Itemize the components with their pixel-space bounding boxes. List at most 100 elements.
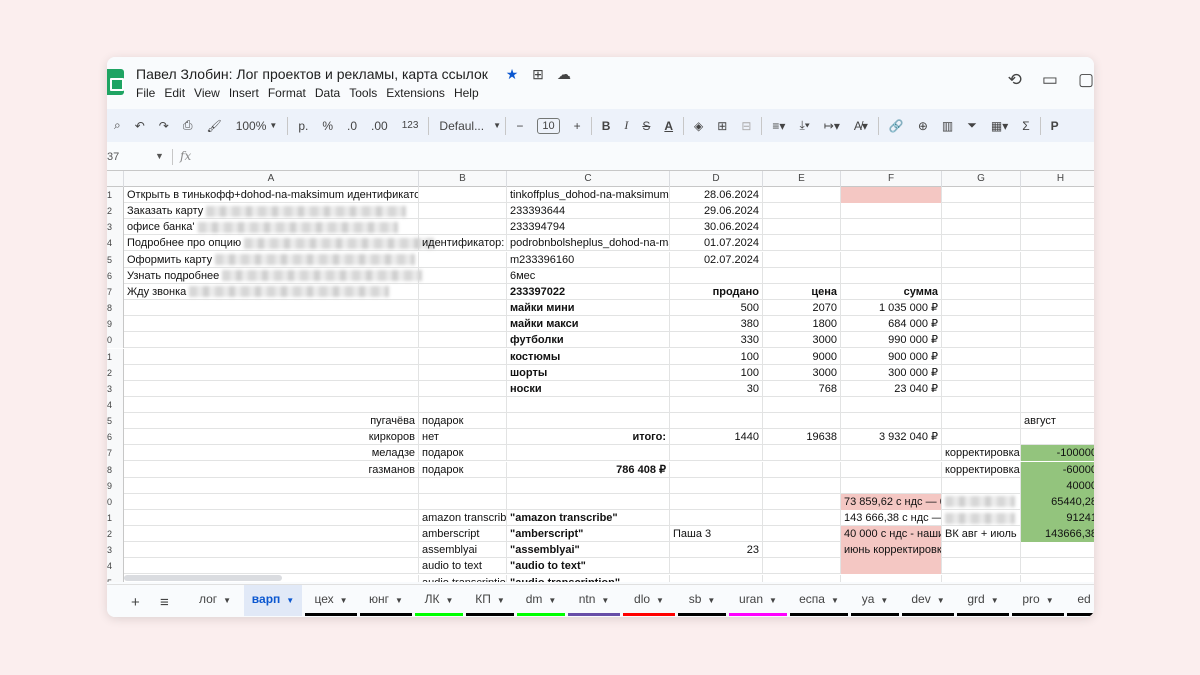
cell-f[interactable]: 143 666,38 с ндс — (: [841, 510, 942, 526]
cell-h[interactable]: [1021, 381, 1094, 397]
chevron-down-icon[interactable]: ▼: [1046, 596, 1054, 605]
insert-link-icon[interactable]: 🔗: [882, 119, 911, 133]
cell-f[interactable]: 990 000 ₽: [841, 332, 942, 349]
cell-c[interactable]: [507, 493, 670, 510]
cell-e[interactable]: [763, 558, 841, 575]
cell-d[interactable]: 330: [670, 332, 763, 349]
cell-f[interactable]: 1 035 000 ₽: [841, 300, 942, 317]
font-size-increase-button[interactable]: +: [567, 119, 588, 133]
filter-views-icon[interactable]: ▦▾: [984, 119, 1015, 133]
menu-format[interactable]: Format: [268, 86, 306, 100]
cell-g[interactable]: [942, 380, 1021, 397]
cell-g[interactable]: [942, 413, 1021, 430]
row-header[interactable]: 3: [107, 219, 124, 236]
cell-a[interactable]: Подробнее про опцию: [124, 235, 435, 252]
sheet-tab[interactable]: КП ▼: [466, 585, 514, 616]
cell-g[interactable]: корректировка в: [942, 445, 1021, 462]
sheet-tab[interactable]: dev ▼: [902, 585, 954, 616]
cell-c[interactable]: майки мини: [507, 300, 670, 317]
sheet-tab[interactable]: юнг ▼: [360, 585, 412, 616]
cell-e[interactable]: [763, 219, 841, 236]
cell-f[interactable]: сумма: [841, 283, 942, 300]
cell-e[interactable]: 3000: [763, 332, 841, 349]
horizontal-scrollbar[interactable]: [124, 575, 282, 581]
borders-icon[interactable]: ⊞: [710, 119, 734, 133]
cell-b[interactable]: amberscript: [419, 526, 507, 543]
sheet-tab[interactable]: uran ▼: [729, 585, 787, 616]
increase-decimal-button[interactable]: .00: [364, 119, 395, 133]
cell-h[interactable]: [1021, 252, 1094, 268]
menu-view[interactable]: View: [194, 86, 220, 100]
cell-h[interactable]: [1021, 365, 1094, 381]
cell-c[interactable]: 233393644: [507, 203, 670, 220]
cell-c[interactable]: "assemblyai": [507, 542, 670, 559]
row-header[interactable]: 2: [107, 203, 124, 220]
cell-e[interactable]: 1800: [763, 316, 841, 333]
cell-h[interactable]: [1021, 542, 1094, 558]
cell-e[interactable]: [763, 542, 841, 559]
cell-f[interactable]: [841, 219, 942, 236]
cell-h[interactable]: 143666,38: [1021, 526, 1094, 543]
cell-d[interactable]: 500: [670, 300, 763, 317]
cell-g[interactable]: [942, 187, 1021, 203]
cell-b[interactable]: amazon transcribe: [419, 510, 507, 526]
currency-button[interactable]: р.: [291, 119, 315, 133]
horizontal-align-icon[interactable]: ≡▾: [765, 119, 792, 133]
cell-c[interactable]: [507, 477, 670, 494]
chevron-down-icon[interactable]: ▼: [548, 596, 556, 605]
cell-a[interactable]: [124, 526, 419, 543]
paint-format-icon[interactable]: 🖌: [199, 119, 228, 133]
sheet-tab[interactable]: ed▼: [1067, 585, 1094, 616]
cell-e[interactable]: [763, 396, 841, 413]
percent-button[interactable]: %: [315, 119, 340, 133]
row-header[interactable]: 9: [107, 477, 124, 494]
row-header[interactable]: 5: [107, 574, 124, 582]
cell-g[interactable]: [942, 283, 1021, 300]
text-wrap-icon[interactable]: ↦▾: [817, 119, 847, 133]
sheet-tab[interactable]: варп ▼: [244, 585, 302, 616]
cell-a[interactable]: [124, 316, 419, 333]
column-header-d[interactable]: D: [670, 171, 763, 187]
cell-d[interactable]: [670, 510, 763, 526]
cell-d[interactable]: 29.06.2024: [670, 203, 763, 220]
font-size-field[interactable]: 10: [530, 117, 566, 134]
cell-h[interactable]: -100000: [1021, 445, 1094, 462]
cell-b[interactable]: [419, 364, 507, 381]
zoom-select[interactable]: 100% ▼: [229, 119, 285, 133]
cell-b[interactable]: [419, 396, 507, 413]
cell-d[interactable]: [670, 445, 763, 462]
column-header-g[interactable]: G: [942, 171, 1021, 187]
cell-f[interactable]: [841, 558, 942, 575]
cell-f[interactable]: [841, 203, 942, 220]
cell-a[interactable]: Открыть в тинькофф+dohod-na-maksimum иде…: [124, 187, 419, 203]
font-size-decrease-button[interactable]: −: [509, 119, 530, 133]
cell-h[interactable]: август: [1021, 413, 1094, 429]
row-header[interactable]: 7: [107, 445, 124, 462]
cell-d[interactable]: 380: [670, 316, 763, 333]
cell-e[interactable]: [763, 187, 841, 203]
meet-icon[interactable]: ▢: [1078, 70, 1094, 90]
cell-d[interactable]: продано: [670, 283, 763, 300]
cell-c[interactable]: tinkoffplus_dohod-na-maksimum233333770: [507, 187, 670, 203]
cell-b[interactable]: assemblyai: [419, 542, 507, 559]
cell-h[interactable]: -60000: [1021, 461, 1094, 478]
cell-f[interactable]: [841, 187, 942, 203]
cell-d[interactable]: [670, 413, 763, 430]
cell-e[interactable]: 768: [763, 380, 841, 397]
sheet-tab[interactable]: dm ▼: [517, 585, 565, 616]
star-icon[interactable]: ★: [503, 66, 521, 83]
cell-c[interactable]: [507, 445, 670, 462]
cell-a[interactable]: [124, 300, 419, 317]
row-header[interactable]: 2: [107, 526, 124, 543]
add-sheet-icon[interactable]: +: [131, 594, 140, 611]
filter-icon[interactable]: ⏷: [960, 118, 984, 133]
cell-g[interactable]: корректировка ин: [942, 461, 1021, 478]
cell-g[interactable]: [942, 267, 1021, 284]
cell-c[interactable]: m233396160: [507, 251, 670, 268]
redo-icon[interactable]: ↷: [152, 119, 176, 133]
cell-b[interactable]: [419, 300, 507, 317]
cell-g[interactable]: [942, 429, 1021, 446]
cell-c[interactable]: итого:: [507, 429, 670, 446]
cell-f[interactable]: [841, 267, 942, 284]
chevron-down-icon[interactable]: ▼: [155, 151, 164, 161]
